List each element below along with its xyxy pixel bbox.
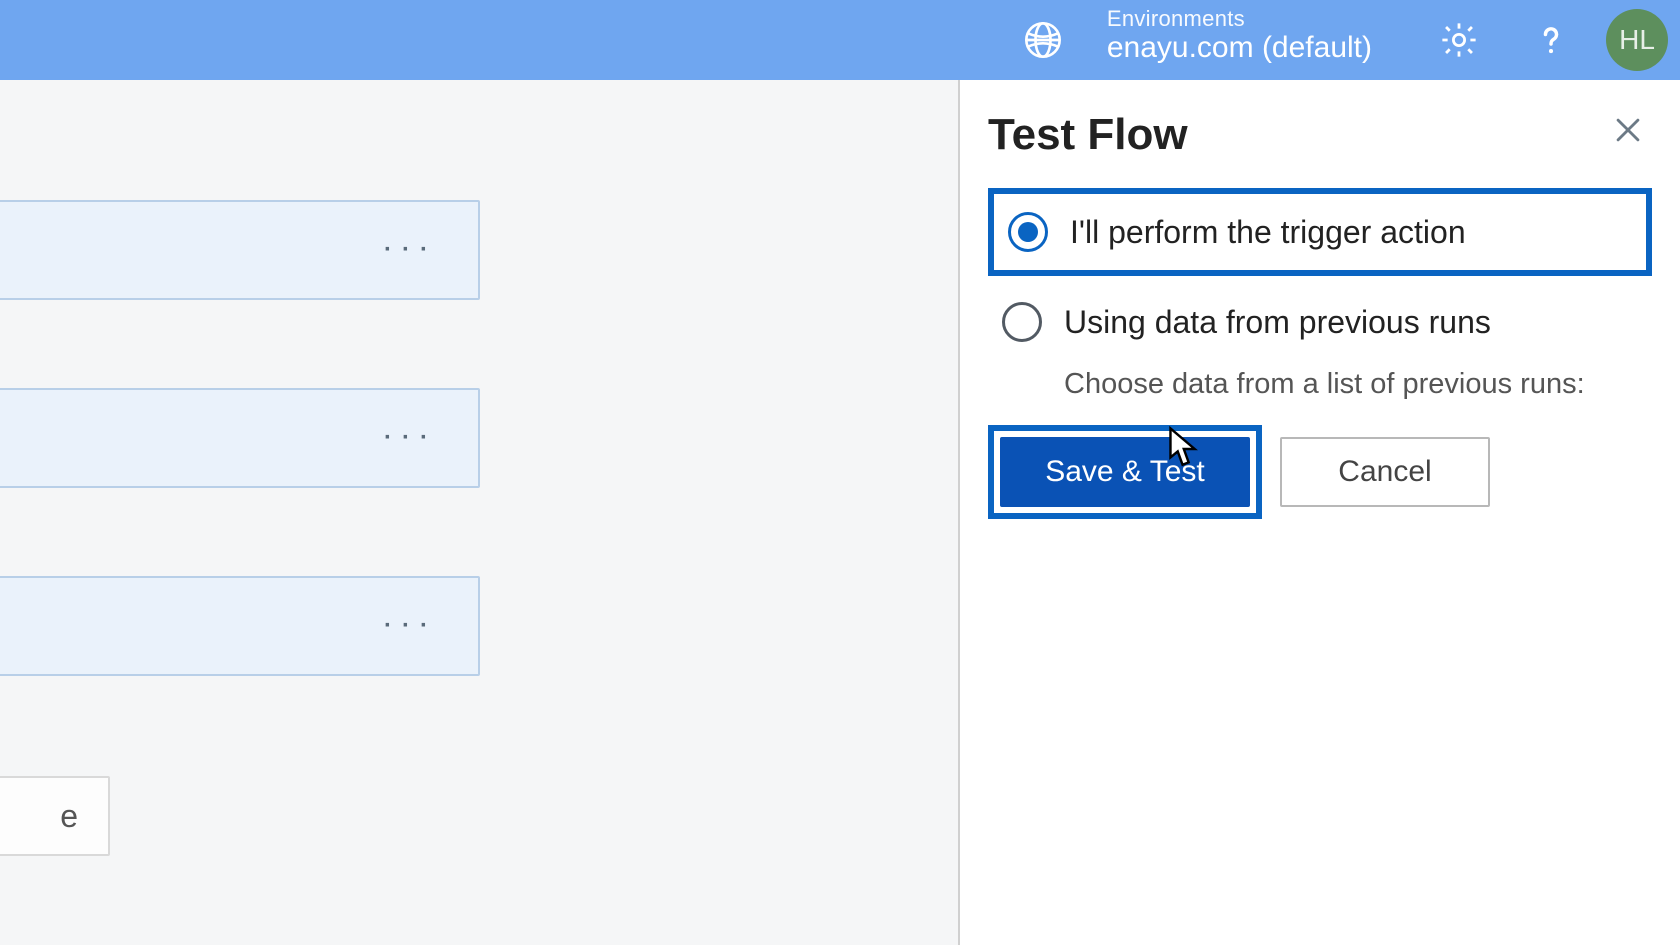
flow-canvas: ··· ··· ··· e bbox=[0, 80, 960, 945]
radio-icon bbox=[1008, 212, 1048, 252]
add-step-fragment: e bbox=[60, 798, 78, 835]
environment-name: enayu.com (default) bbox=[1107, 31, 1372, 66]
more-icon[interactable]: ··· bbox=[384, 424, 438, 452]
more-icon[interactable]: ··· bbox=[384, 236, 438, 264]
gear-icon[interactable] bbox=[1438, 19, 1480, 61]
environment-label: Environments bbox=[1107, 6, 1372, 31]
panel-actions: Save & Test Cancel bbox=[988, 425, 1652, 519]
flow-step-card[interactable]: ··· bbox=[0, 388, 480, 488]
flow-step-card[interactable]: ··· bbox=[0, 200, 480, 300]
help-icon[interactable] bbox=[1532, 21, 1570, 59]
flow-step-card[interactable]: ··· bbox=[0, 576, 480, 676]
add-step-card[interactable]: e bbox=[0, 776, 110, 856]
environment-text: Environments enayu.com (default) bbox=[1107, 14, 1372, 66]
more-icon[interactable]: ··· bbox=[384, 612, 438, 640]
option-label: I'll perform the trigger action bbox=[1070, 214, 1466, 251]
avatar-initials: HL bbox=[1619, 24, 1655, 56]
radio-icon bbox=[1002, 302, 1042, 342]
save-test-highlight: Save & Test bbox=[988, 425, 1262, 519]
button-label: Cancel bbox=[1338, 455, 1431, 489]
test-mode-options: I'll perform the trigger action Using da… bbox=[988, 188, 1652, 401]
globe-icon bbox=[1023, 20, 1063, 60]
option-previous-subtext: Choose data from a list of previous runs… bbox=[1064, 368, 1652, 401]
option-perform-trigger[interactable]: I'll perform the trigger action bbox=[988, 188, 1652, 276]
avatar[interactable]: HL bbox=[1606, 9, 1668, 71]
close-icon[interactable] bbox=[1608, 110, 1648, 150]
environment-picker[interactable]: Environments enayu.com (default) bbox=[997, 14, 1372, 66]
option-previous-runs[interactable]: Using data from previous runs bbox=[988, 284, 1652, 360]
save-and-test-button[interactable]: Save & Test bbox=[1000, 437, 1250, 507]
option-label: Using data from previous runs bbox=[1064, 304, 1491, 341]
test-flow-panel: Test Flow I'll perform the trigger actio… bbox=[960, 80, 1680, 945]
panel-title: Test Flow bbox=[988, 110, 1652, 160]
app-header: Environments enayu.com (default) HL bbox=[0, 0, 1680, 80]
cancel-button[interactable]: Cancel bbox=[1280, 437, 1490, 507]
button-label: Save & Test bbox=[1045, 455, 1205, 489]
